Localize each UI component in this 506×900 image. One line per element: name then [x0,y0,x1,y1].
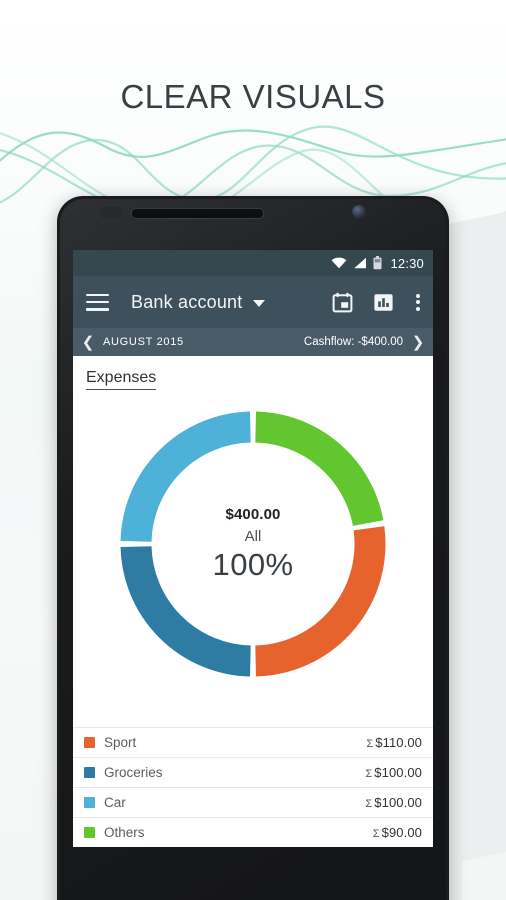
status-bar: 12:30 [73,250,433,276]
donut-slice[interactable] [254,526,386,677]
legend-color-swatch [84,737,95,748]
wifi-icon [331,257,347,269]
phone-screen: 12:30 Bank account ❮ AUGUST 2015 Cashflo… [73,250,433,847]
donut-slice[interactable] [254,411,384,527]
donut-slice[interactable] [120,411,252,543]
battery-icon [373,256,382,270]
legend-category-name: Others [104,825,145,840]
donut-svg [120,411,386,677]
sigma-icon: Σ [365,798,373,810]
app-toolbar: Bank account [73,276,433,328]
bar-chart-icon[interactable] [373,292,394,313]
legend-row[interactable]: Sport Σ $110.00 [73,727,433,757]
legend-color-swatch [84,827,95,838]
expenses-content: Expenses $400.00 All 100% Sport Σ $110.00 G… [73,356,433,847]
period-navigation-bar: ❮ AUGUST 2015 Cashflow: -$400.00 ❯ [73,328,433,356]
earpiece-speaker-icon [131,208,264,219]
legend-color-swatch [84,797,95,808]
section-title-expenses[interactable]: Expenses [86,369,157,390]
hamburger-menu-icon[interactable] [86,293,109,311]
sigma-icon: Σ [365,768,373,780]
legend-category-name: Sport [104,735,137,750]
legend-row[interactable]: Others Σ $90.00 [73,817,433,847]
sigma-icon: Σ [372,828,380,840]
legend-category-name: Groceries [104,765,163,780]
legend-amount: Σ $100.00 [365,765,422,780]
category-legend-list: Sport Σ $110.00 Groceries Σ $100.00 Car Σ $100.0… [73,727,433,847]
legend-amount: Σ $90.00 [372,825,422,840]
donut-slice[interactable] [120,545,252,677]
legend-amount: Σ $110.00 [366,735,422,750]
account-selector-label[interactable]: Bank account [131,292,242,313]
legend-color-swatch [84,767,95,778]
period-label[interactable]: AUGUST 2015 [103,336,184,348]
legend-row[interactable]: Groceries Σ $100.00 [73,757,433,787]
signal-icon [353,257,367,269]
chevron-left-icon[interactable]: ❮ [81,335,95,350]
calendar-icon[interactable] [332,292,353,313]
promo-page: CLEAR VISUALS 12:30 Bank account ❮ AUGUS… [0,0,506,900]
chevron-down-icon[interactable] [253,300,266,307]
page-title: CLEAR VISUALS [120,78,386,115]
front-camera-icon [352,205,366,219]
more-vertical-icon[interactable] [416,293,420,311]
legend-amount: Σ $100.00 [365,795,422,810]
expenses-donut-chart[interactable]: $400.00 All 100% [114,405,392,683]
legend-row[interactable]: Car Σ $100.00 [73,787,433,817]
status-bar-time: 12:30 [390,255,424,271]
cashflow-label: Cashflow: -$400.00 [303,336,403,348]
sigma-icon: Σ [366,738,374,750]
chevron-right-icon[interactable]: ❯ [411,335,425,350]
legend-category-name: Car [104,795,126,810]
proximity-sensor-icon [100,207,122,218]
